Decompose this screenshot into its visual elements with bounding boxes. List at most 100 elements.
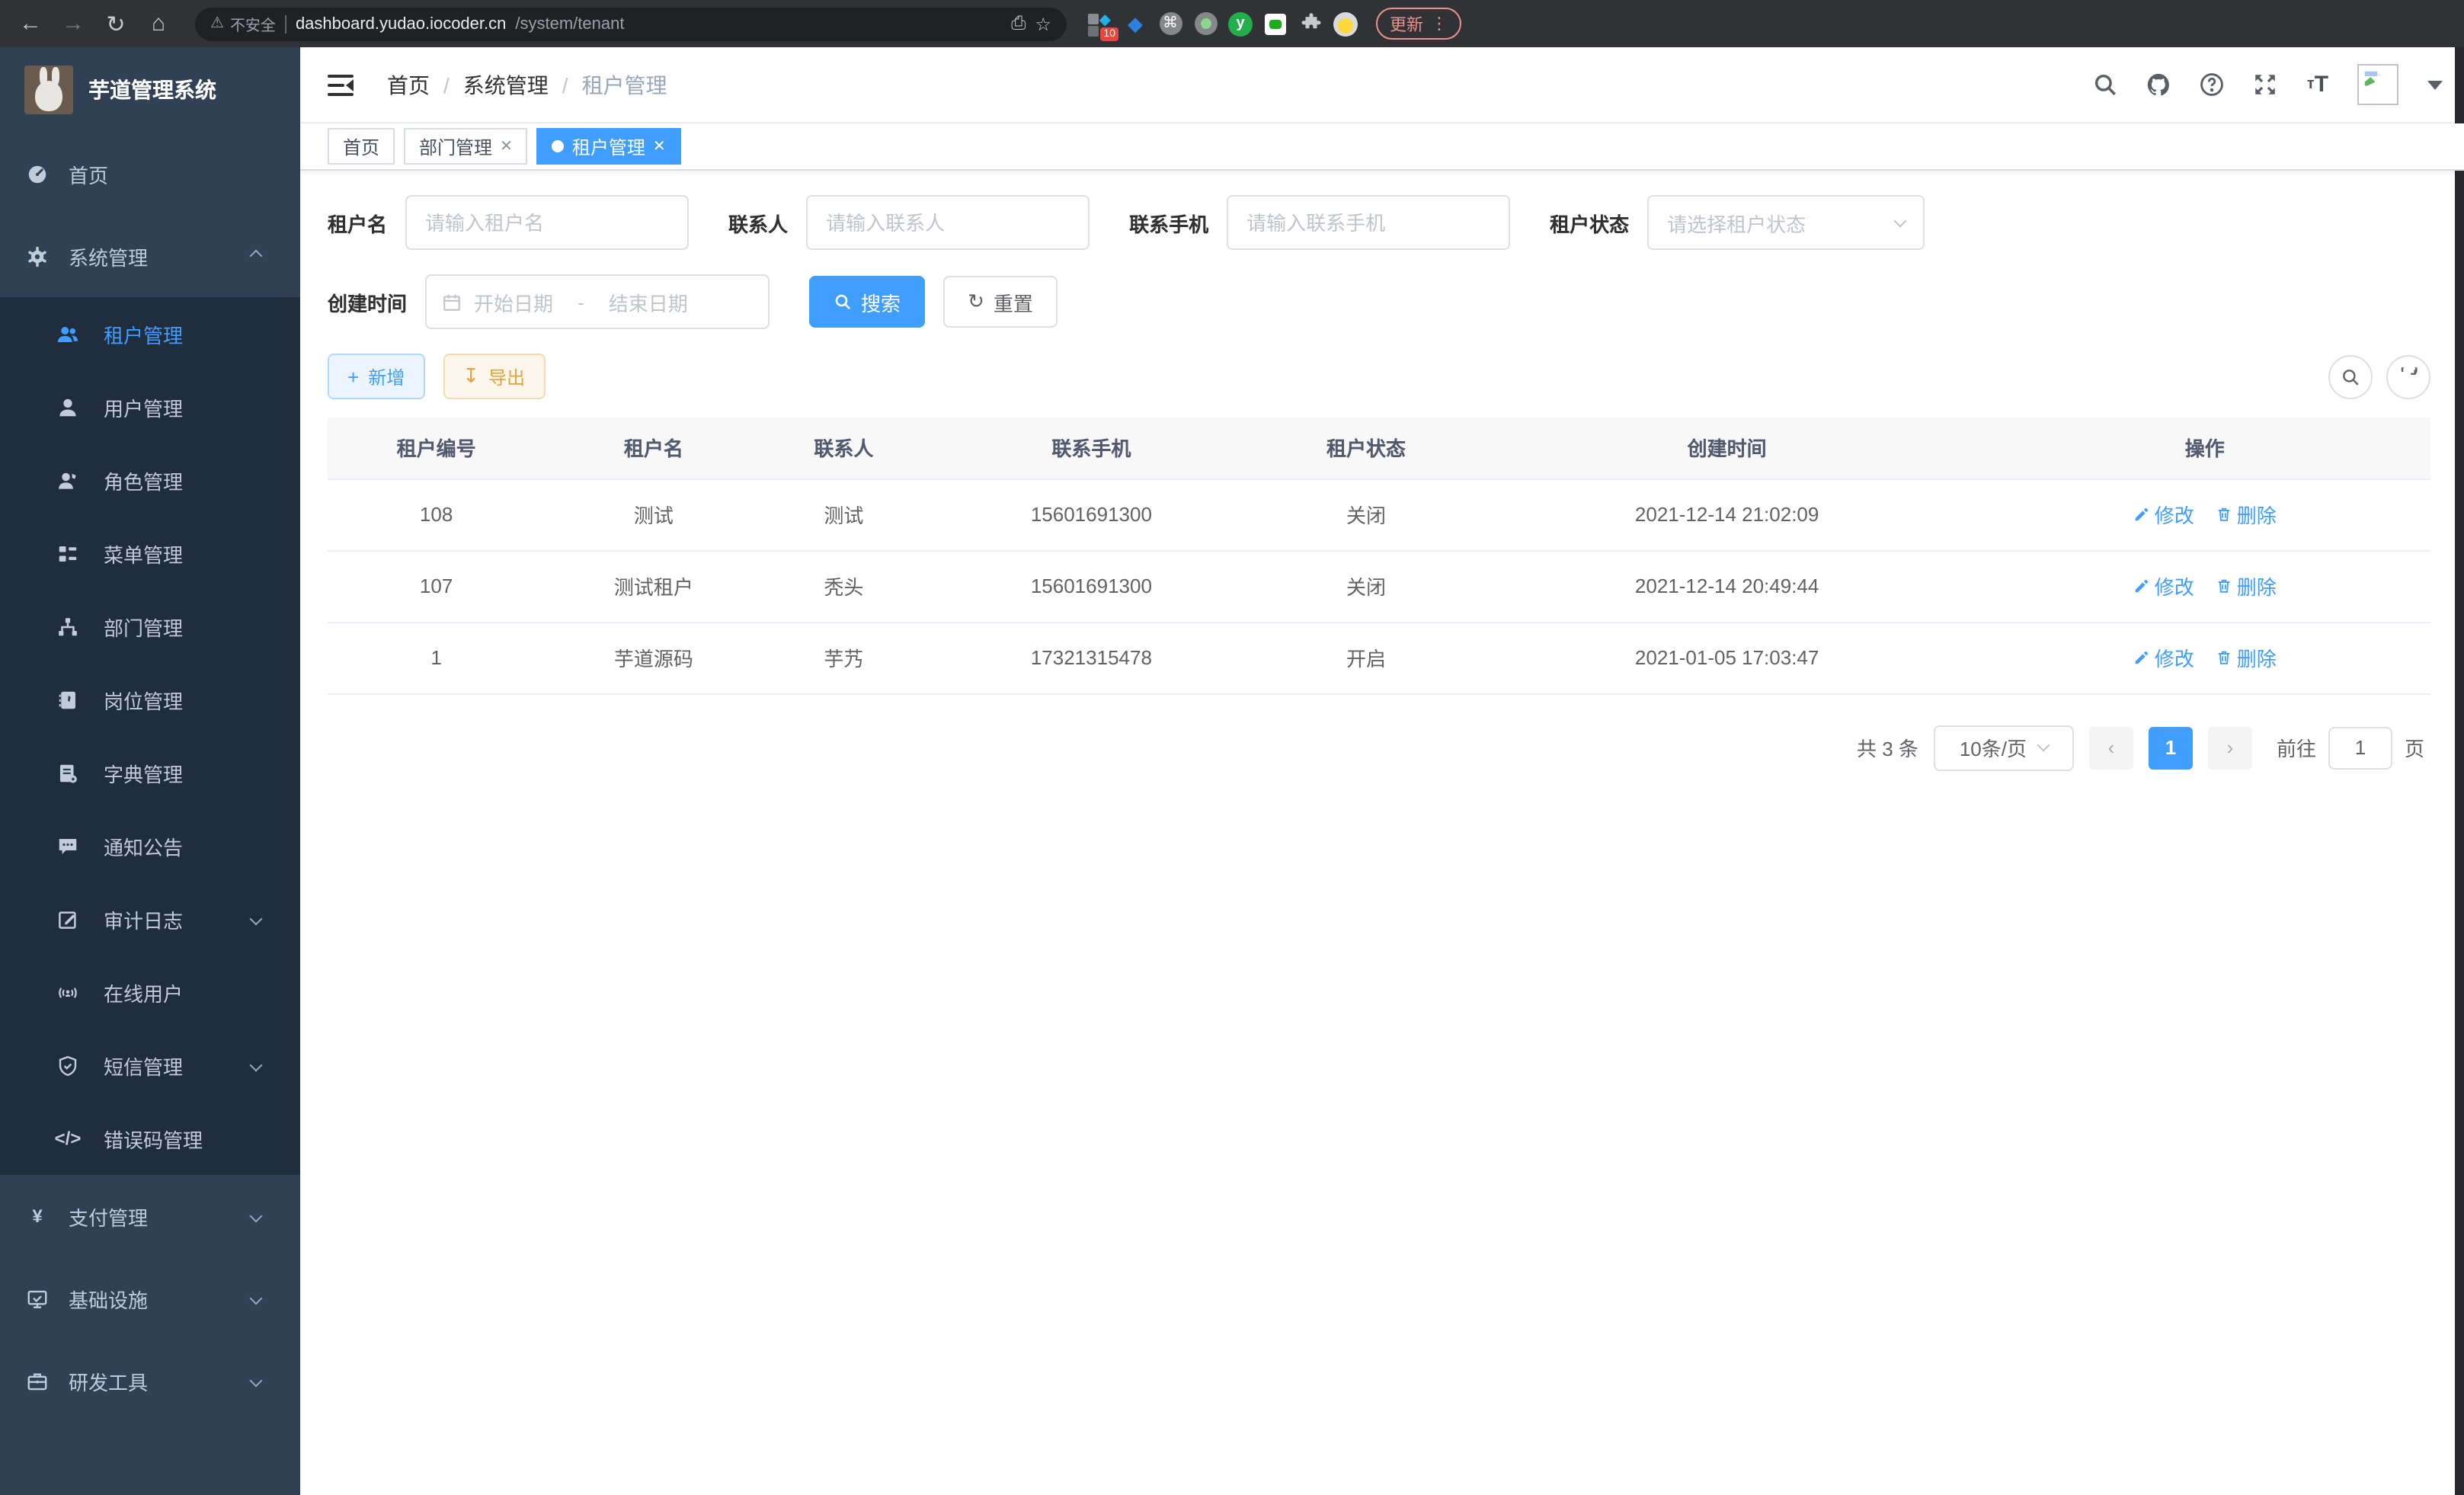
tab-首页[interactable]: 首页: [328, 128, 395, 165]
goto-page-input[interactable]: [2328, 726, 2392, 769]
status-select[interactable]: 请选择租户状态: [1647, 195, 1925, 250]
gear-icon: [26, 245, 49, 267]
sidebar-item-通知公告[interactable]: 通知公告: [0, 809, 300, 882]
menu-tree-icon: [56, 542, 79, 565]
font-size-icon[interactable]: тT: [2304, 71, 2331, 98]
show-search-button[interactable]: [2328, 354, 2373, 399]
page-number-1[interactable]: 1: [2149, 726, 2193, 769]
sidebar-item-基础设施[interactable]: 基础设施: [0, 1257, 300, 1340]
tab-部门管理[interactable]: 部门管理✕: [404, 128, 528, 165]
chat-extension-icon[interactable]: [1263, 11, 1288, 36]
fullscreen-icon[interactable]: [2251, 71, 2278, 98]
logo[interactable]: 芋道管理系统: [0, 47, 300, 133]
github-icon[interactable]: [2144, 71, 2171, 98]
browser-scrollbar[interactable]: [2455, 47, 2464, 1495]
cell-status: 关闭: [1257, 550, 1474, 622]
date-end-placeholder[interactable]: 结束日期: [609, 287, 688, 316]
browser-home-icon[interactable]: ⌂: [140, 5, 177, 42]
sidebar-item-支付管理[interactable]: ¥支付管理: [0, 1175, 300, 1257]
column-header-租户状态: 租户状态: [1257, 418, 1474, 479]
puzzle-icon[interactable]: [1298, 11, 1323, 36]
sidebar-item-字典管理[interactable]: 字典管理: [0, 736, 300, 809]
help-icon[interactable]: [2197, 71, 2225, 98]
dept-icon: [56, 615, 79, 638]
sidebar-item-首页[interactable]: 首页: [0, 133, 300, 215]
mobile-input[interactable]: [1227, 195, 1510, 250]
sidebar-item-用户管理[interactable]: 用户管理: [0, 370, 300, 443]
export-button[interactable]: ↧ 导出: [443, 354, 545, 399]
browser-back-icon[interactable]: ←: [12, 5, 49, 42]
sidebar-menu: 首页系统管理租户管理用户管理角色管理菜单管理部门管理岗位管理字典管理通知公告审计…: [0, 133, 300, 1422]
edit-button[interactable]: 修改: [2133, 500, 2194, 529]
sidebar-item-审计日志[interactable]: 审计日志: [0, 882, 300, 956]
contact-label: 联系人: [728, 208, 788, 237]
sidebar-item-label: 用户管理: [104, 392, 183, 421]
sidebar-item-系统管理[interactable]: 系统管理: [0, 215, 300, 297]
cell-id: 108: [328, 479, 545, 550]
share-icon[interactable]: ⎙: [1011, 12, 1026, 35]
sidebar-item-在线用户[interactable]: 在线用户: [0, 956, 300, 1029]
edit-button[interactable]: 修改: [2133, 571, 2194, 600]
app-title: 芋道管理系统: [88, 75, 216, 105]
delete-button[interactable]: 删除: [2216, 571, 2277, 600]
screen: ← → ↻ ⌂ ⚠不安全 dashboard.yudao.iocoder.cn/…: [0, 0, 2464, 1495]
online-user-icon: [56, 981, 79, 1004]
sidebar-item-短信管理[interactable]: 短信管理: [0, 1029, 300, 1102]
page-suffix: 页: [2405, 733, 2424, 762]
balloon-icon[interactable]: ◆: [1123, 11, 1147, 36]
cell-status: 开启: [1257, 622, 1474, 693]
sidebar-item-菜单管理[interactable]: 菜单管理: [0, 517, 300, 590]
chevron-down-icon: [250, 1059, 263, 1072]
sidebar-item-角色管理[interactable]: 角色管理: [0, 443, 300, 517]
cell-contact: 芋艿: [762, 622, 925, 693]
sidebar-item-label: 字典管理: [104, 758, 183, 787]
sidebar-item-岗位管理[interactable]: 岗位管理: [0, 663, 300, 736]
sidebar-item-label: 研发工具: [69, 1366, 148, 1395]
sidebar-item-错误码管理[interactable]: </>错误码管理: [0, 1102, 300, 1175]
edit-button[interactable]: 修改: [2133, 643, 2194, 672]
dashboard-icon: [26, 162, 49, 185]
record-icon[interactable]: [1193, 11, 1218, 36]
bookmark-star-icon[interactable]: ☆: [1035, 13, 1051, 34]
browser-update-button[interactable]: 更新 ⋮: [1376, 8, 1461, 40]
page-size-select[interactable]: 10条/页: [1934, 725, 2074, 770]
refresh-button[interactable]: [2386, 354, 2430, 399]
date-start-placeholder[interactable]: 开始日期: [474, 287, 553, 316]
browser-menu-icon[interactable]: ⋮: [1431, 14, 1448, 34]
avatar-dropdown-icon[interactable]: [2427, 80, 2443, 89]
cell-contact: 秃头: [762, 550, 925, 622]
sidebar-item-租户管理[interactable]: 租户管理: [0, 297, 300, 370]
reset-button[interactable]: ↻ 重置: [943, 276, 1058, 328]
next-page-button[interactable]: ›: [2208, 726, 2252, 769]
profile-avatar-icon[interactable]: [1333, 11, 1358, 36]
sidebar-item-研发工具[interactable]: 研发工具: [0, 1340, 300, 1422]
extension-badge-icon[interactable]: ◆10: [1088, 11, 1112, 36]
y-extension-icon[interactable]: y: [1228, 11, 1253, 36]
navbar: 首页/系统管理/租户管理 тT: [300, 47, 2464, 123]
browser-forward-icon[interactable]: →: [55, 5, 91, 42]
sidebar-collapse-icon[interactable]: [328, 74, 354, 95]
contact-input[interactable]: [806, 195, 1090, 250]
close-icon[interactable]: ✕: [653, 138, 666, 155]
breadcrumb-item-首页[interactable]: 首页: [387, 69, 430, 100]
cell-actions: 修改删除: [1979, 479, 2430, 550]
tenant-name-input[interactable]: [405, 195, 689, 250]
prev-page-button[interactable]: ‹: [2089, 726, 2133, 769]
address-bar[interactable]: ⚠不安全 dashboard.yudao.iocoder.cn/system/t…: [195, 7, 1067, 40]
sidebar-item-部门管理[interactable]: 部门管理: [0, 590, 300, 663]
delete-button[interactable]: 删除: [2216, 500, 2277, 529]
delete-button[interactable]: 删除: [2216, 643, 2277, 672]
cell-contact: 测试: [762, 479, 925, 550]
breadcrumb-item-系统管理[interactable]: 系统管理: [463, 69, 549, 100]
security-warning[interactable]: ⚠不安全: [210, 12, 276, 35]
search-button[interactable]: 搜索: [809, 276, 925, 328]
user-avatar[interactable]: [2357, 64, 2398, 105]
search-icon[interactable]: [2091, 71, 2118, 98]
add-button[interactable]: + 新增: [328, 354, 424, 399]
tab-租户管理[interactable]: 租户管理✕: [537, 128, 681, 165]
close-icon[interactable]: ✕: [500, 138, 513, 155]
command-icon[interactable]: ⌘: [1158, 11, 1182, 36]
browser-reload-icon[interactable]: ↻: [98, 5, 134, 42]
chevron-down-icon: [250, 1210, 263, 1223]
date-range-picker[interactable]: 开始日期 - 结束日期: [425, 274, 770, 329]
